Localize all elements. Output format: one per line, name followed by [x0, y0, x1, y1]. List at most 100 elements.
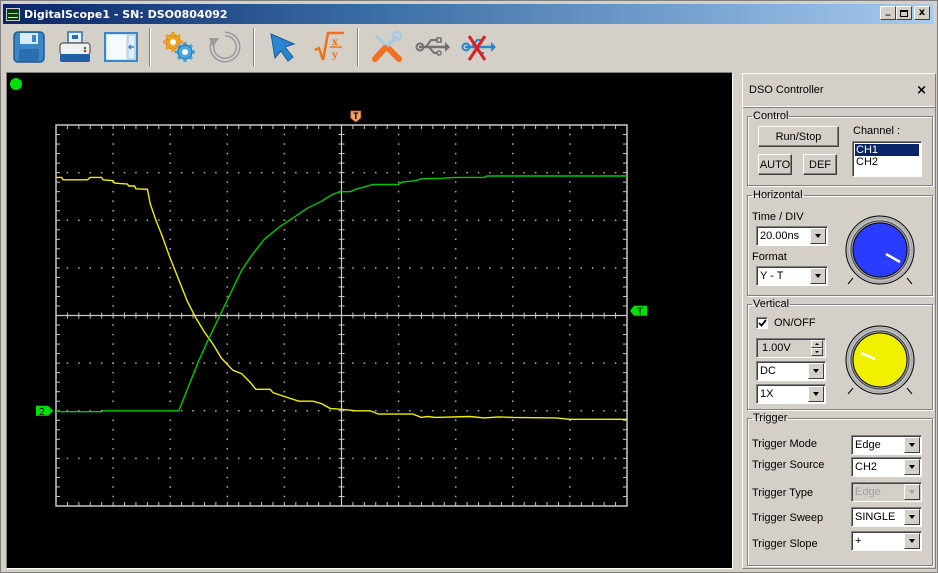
grid-dot [591, 362, 594, 364]
grid-dot [329, 171, 331, 174]
pointer-button[interactable] [263, 27, 303, 67]
grid-dot [260, 267, 263, 269]
grid-dot [512, 362, 514, 364]
grid-dot [112, 143, 114, 145]
grid-dot [295, 171, 297, 174]
math-button[interactable]: x y [309, 27, 349, 67]
grid-dot [123, 457, 126, 460]
refresh-button[interactable] [205, 27, 245, 67]
spin-down-icon[interactable] [811, 348, 823, 356]
grid-dot [512, 209, 514, 212]
grid-dot [512, 219, 514, 221]
grid-dot [466, 362, 468, 364]
grid-dot [454, 476, 457, 479]
save-button[interactable] [9, 27, 49, 67]
chevron-down-icon[interactable] [808, 363, 824, 379]
print-button[interactable] [55, 27, 95, 67]
grid-dot [466, 457, 468, 460]
panel-close-icon[interactable]: × [916, 83, 927, 98]
time-base-knob[interactable] [840, 214, 920, 288]
grid-dot [569, 486, 571, 488]
grid-dot [454, 381, 457, 383]
grid-dot [317, 171, 320, 174]
grid-dot [226, 343, 229, 345]
grid-dot [420, 219, 423, 221]
volts-div-knob[interactable] [840, 324, 920, 398]
grid-dot [363, 457, 366, 460]
usb-disconnect-button[interactable] [459, 27, 499, 67]
chevron-down-icon[interactable] [810, 228, 826, 244]
grid-dot [226, 248, 229, 250]
grid-dot [569, 448, 571, 450]
channel-option-ch2[interactable]: CH2 [855, 156, 919, 168]
grid-dot [169, 238, 171, 241]
splitter[interactable] [736, 72, 740, 569]
panel-toggle-button[interactable] [101, 27, 141, 67]
minimize-button[interactable]: _ [880, 6, 896, 20]
chevron-down-icon[interactable] [904, 533, 920, 549]
grid-dot [283, 276, 286, 279]
grid-dot [226, 410, 229, 412]
trigger-mode-select[interactable]: Edge [851, 435, 922, 455]
close-button[interactable]: x [914, 6, 930, 20]
grid-dot [100, 362, 103, 364]
tools-button[interactable] [367, 27, 407, 67]
grid-dot [569, 238, 571, 241]
trigger-slope-select[interactable]: + [851, 531, 922, 551]
grid-dot [454, 390, 457, 393]
grid-dot [409, 457, 411, 460]
grid-dot [249, 457, 251, 460]
grid-dot [397, 476, 400, 479]
grid-dot [397, 429, 400, 431]
volts-div-spinner[interactable]: 1.00V [756, 338, 826, 358]
grid-dot [397, 219, 400, 221]
run-stop-button[interactable]: Run/Stop [758, 126, 839, 147]
channel-option-ch1[interactable]: CH1 [855, 144, 919, 156]
grid-dot [306, 362, 308, 364]
grid-dot [454, 324, 457, 326]
grid-dot [283, 209, 286, 212]
grid-dot [226, 429, 229, 431]
probe-select[interactable]: 1X [756, 384, 826, 404]
grid-dot [454, 295, 457, 298]
time-div-select[interactable]: 20.00ns [756, 226, 828, 246]
scope-canvas[interactable]: T T 2 [7, 73, 732, 568]
grid-dot [306, 267, 308, 269]
grid-dot [352, 219, 354, 221]
grid-dot [569, 219, 571, 221]
grid-dot [283, 267, 286, 269]
coupling-select[interactable]: DC [756, 361, 826, 381]
maximize-button[interactable] [896, 6, 912, 20]
format-select[interactable]: Y - T [756, 266, 828, 286]
grid-dot [66, 171, 69, 174]
chevron-down-icon[interactable] [810, 268, 826, 284]
chevron-down-icon[interactable] [904, 437, 920, 453]
grid-dot [523, 267, 525, 269]
toolbar-separator [357, 28, 359, 66]
grid-dot [397, 276, 400, 279]
chevron-down-icon[interactable] [904, 509, 920, 525]
spin-up-icon[interactable] [811, 340, 823, 348]
chevron-down-icon[interactable] [904, 459, 920, 475]
chevron-down-icon[interactable] [808, 386, 824, 402]
title-bar[interactable]: DigitalScope1 - SN: DSO0804092 _ x [3, 4, 933, 24]
grid-dot [226, 190, 229, 193]
trigger-source-select[interactable]: CH2 [851, 457, 922, 477]
def-button[interactable]: DEF [803, 154, 837, 175]
channel-onoff-checkbox[interactable] [756, 317, 768, 329]
grid-dot [226, 390, 229, 393]
trigger-sweep-select[interactable]: SINGLE [851, 507, 922, 527]
channel-listbox[interactable]: CH1 CH2 [852, 141, 922, 177]
grid-dot [512, 229, 514, 231]
grid-dot [534, 219, 537, 221]
time-div-value: 20.00ns [760, 230, 800, 242]
grid-dot [283, 152, 286, 155]
app-window: DigitalScope1 - SN: DSO0804092 _ x x y T… [0, 0, 938, 573]
grid-dot [169, 390, 171, 393]
scope-display[interactable]: T T 2 [6, 72, 733, 569]
settings-button[interactable] [159, 27, 199, 67]
grid-dot [512, 200, 514, 202]
usb-connect-button[interactable] [413, 27, 453, 67]
auto-button[interactable]: AUTO [758, 154, 792, 175]
grid-dot [603, 219, 605, 221]
